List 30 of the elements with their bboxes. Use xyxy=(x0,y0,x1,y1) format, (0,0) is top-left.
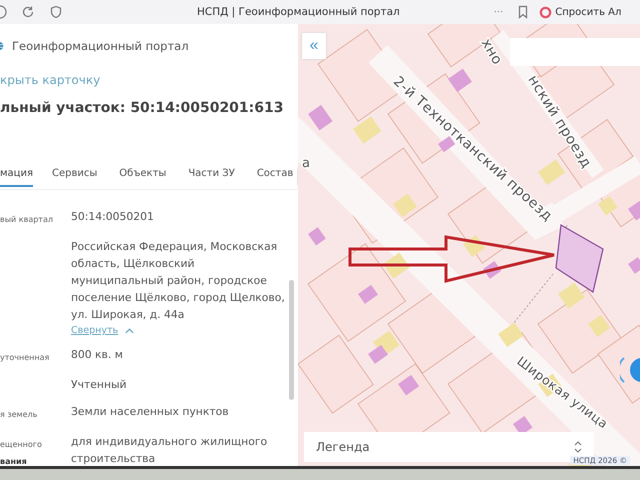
field-value: Учтенный xyxy=(71,377,128,393)
tab[interactable]: Сервисы xyxy=(52,168,98,186)
street-label: а xyxy=(302,156,310,171)
field-label: я земель xyxy=(0,409,38,421)
shield-icon[interactable] xyxy=(49,5,63,19)
field-value: 50:14:0050201 xyxy=(71,209,155,225)
tab[interactable]: Объекты xyxy=(119,168,166,186)
legend-title: Легенда xyxy=(316,440,370,454)
scrollbar[interactable] xyxy=(289,280,294,400)
reload-icon[interactable] xyxy=(21,5,35,19)
tab[interactable]: мация xyxy=(0,168,33,186)
tab[interactable]: Состав xyxy=(256,168,294,186)
field-label: уточненная xyxy=(0,352,50,364)
field-label: вания xyxy=(0,456,28,466)
expand-icon[interactable] xyxy=(574,441,582,453)
field-value: 800 кв. м xyxy=(71,347,124,363)
page-title: НСПД | Геоинформационный портал xyxy=(197,6,400,18)
chevron-up-icon xyxy=(125,328,134,334)
assistant-button[interactable]: Спросить Ал xyxy=(539,6,622,18)
bookmark-icon[interactable] xyxy=(517,5,530,19)
field-label: ещенного xyxy=(0,439,43,451)
field-value: Земли населенных пунктов xyxy=(71,404,230,420)
ring-icon xyxy=(539,6,552,18)
portal-name: Геоинформационный портал xyxy=(12,39,189,53)
field-value: Российская Федерация, Московская область, Щёлковский муниципальный район, городское поселение Щёлково, город Щелково, ул. Широкая, д. 44а xyxy=(71,239,285,323)
field-label: вый квартал xyxy=(0,214,54,226)
selected-parcel[interactable] xyxy=(553,224,605,294)
parcel-heading: льный участок: 50:14:0050201:613 xyxy=(0,100,284,116)
tab[interactable]: Части ЗУ xyxy=(188,168,235,186)
field-value: для индивидуального жилищного строительства xyxy=(71,434,268,466)
